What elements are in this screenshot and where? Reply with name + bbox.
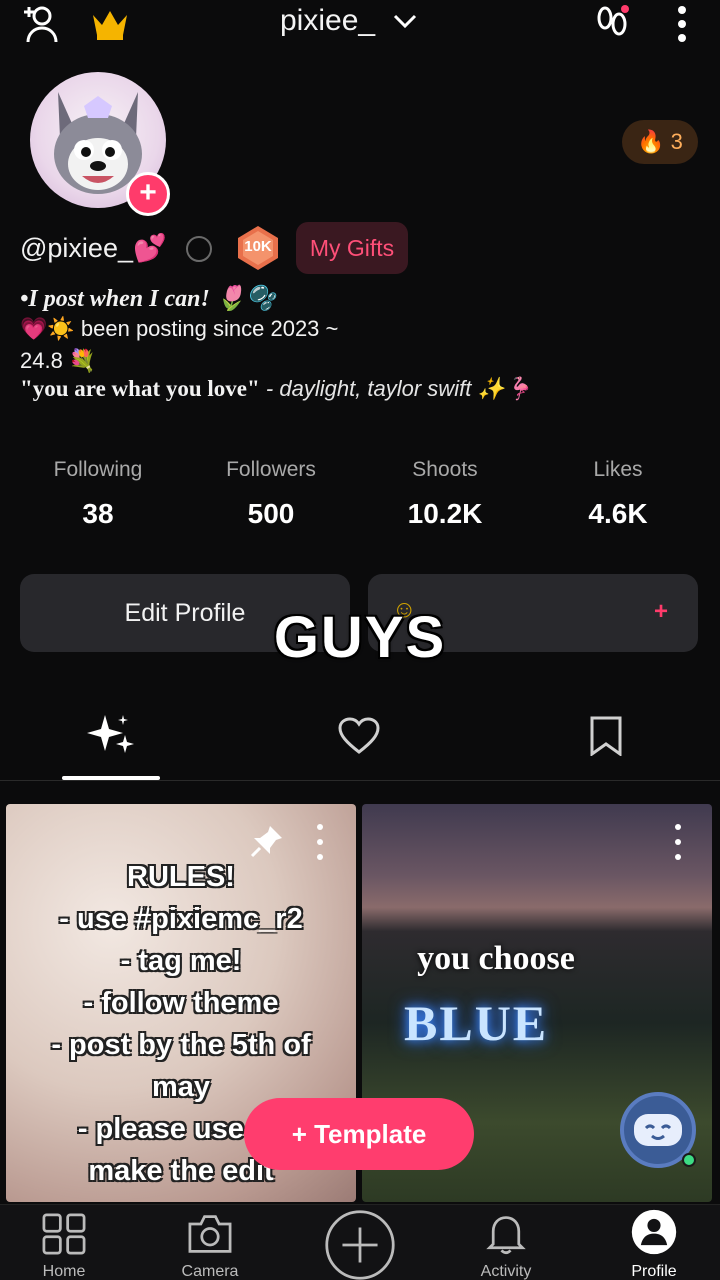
stat-value: 500 [247,498,295,529]
nav-label: Home [42,1263,86,1280]
chevron-down-icon [394,14,417,29]
plus-circle-icon [325,1210,395,1280]
add-story-button[interactable]: + [126,172,170,216]
stat-value: 38 [82,498,114,529]
bio-quote-source: - daylight, taylor swift ✨🦩 [259,376,533,401]
heart-icon [338,717,380,754]
flame-icon: 🔥 [637,129,665,154]
stat-label: Shoots [412,458,478,481]
nav-home[interactable]: Home [14,1213,114,1280]
post-text-line: RULES! [127,861,235,893]
bookmark-icon [590,716,622,756]
post-text-line: - use #pixiemc_r2 [59,903,303,935]
add-friend-icon[interactable] [18,2,62,46]
stat-value: 10.2K [407,498,483,529]
bio-line-3: 24.8 💐 [20,348,97,373]
tab-saved[interactable] [556,706,656,766]
crown-icon[interactable] [88,2,132,46]
username-switcher[interactable]: pixiee_ [280,4,417,38]
post-text-line: - tag me! [120,945,242,977]
streak-badge[interactable]: 🔥 3 [622,120,698,164]
post-text-highlight: BLUE [404,995,549,1051]
sparkles-icon [87,715,134,753]
verified-check-icon [186,236,212,262]
template-button[interactable]: + Template [244,1098,474,1170]
pin-icon [250,826,282,858]
streak-count: 3 [670,129,683,154]
online-status-dot [682,1153,696,1167]
stat-shoots[interactable]: Shoots 10.2K [370,458,520,530]
tab-divider [0,780,720,781]
post-text-line: you choose [417,940,575,977]
profile-handle: @pixiee_💕 [20,233,167,263]
username-top-label: pixiee_ [280,4,376,37]
more-vert-icon[interactable] [660,2,704,46]
bottom-navigation: Home Camera Activity Profile [0,1204,720,1280]
nav-label: Camera [181,1263,239,1280]
level-badge[interactable]: 10K [234,224,282,272]
bell-icon [486,1216,526,1255]
tab-posts[interactable] [62,706,162,766]
avatar[interactable]: + [30,72,170,216]
stat-value: 4.6K [588,498,648,529]
video-caption-overlay: GUYS [273,605,447,670]
bio-line-1: •I post when I can! 🌷🫧 [20,286,276,312]
stat-label: Followers [226,458,316,481]
nav-create[interactable] [310,1210,410,1280]
nav-camera[interactable]: Camera [160,1213,260,1280]
nav-activity[interactable]: Activity [456,1213,556,1280]
stat-label: Following [53,458,143,481]
bio-quote: "you are what you love" [20,376,260,401]
bio-line-2: 💗☀️ been posting since 2023 ~ [20,316,339,341]
stat-label: Likes [593,458,643,481]
post-menu-icon[interactable] [310,824,330,860]
post-text-line: - follow theme [83,987,279,1019]
footprints-icon[interactable] [590,2,634,46]
grid-icon [42,1213,86,1255]
bio-line-4: "you are what you love" - daylight, tayl… [20,376,532,402]
tab-liked[interactable] [309,706,409,766]
nav-label: Activity [480,1263,532,1280]
post-menu-icon[interactable] [668,824,688,860]
nav-profile[interactable]: Profile [604,1209,704,1280]
stat-followers[interactable]: Followers 500 [196,458,346,530]
post-text-line: - post by the 5th of [51,1029,311,1061]
nav-label: Profile [631,1263,677,1280]
stat-following[interactable]: Following 38 [23,458,173,530]
my-gifts-button[interactable]: My Gifts [296,222,408,274]
camera-icon [188,1215,232,1253]
profile-icon [631,1209,677,1255]
stat-likes[interactable]: Likes 4.6K [543,458,693,530]
level-badge-label: 10K [244,238,272,255]
robot-face-icon [634,1114,682,1146]
